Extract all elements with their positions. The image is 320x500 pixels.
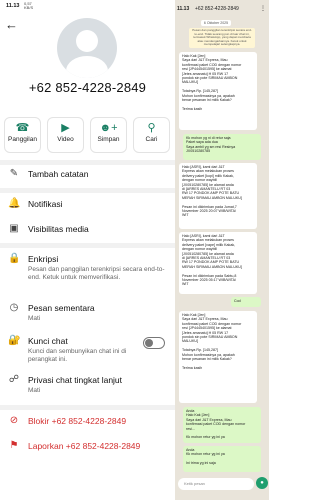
thumbs-down-icon: ⚑ [9, 440, 19, 451]
chat-lock-icon: 🔐 [8, 335, 21, 346]
contact-phone-number: +62 852-4228-2849 [28, 80, 147, 95]
divider [0, 188, 175, 193]
save-contact-label: Simpan [97, 136, 120, 143]
block-contact-row[interactable]: ⊘ Blokir +62 852-4228-2849 [0, 415, 175, 431]
call-button[interactable]: ☎ Panggilan [4, 117, 41, 153]
note-icon: ✎ [9, 168, 19, 179]
avatar[interactable] [57, 18, 117, 78]
message-text: Halo Kak [Jen] Saya dari J&T Express, Ma… [182, 313, 242, 370]
message-bubble[interactable]: Anda Halo Kak [Jen] Saya dari J&T Expres… [183, 407, 261, 443]
contact-info-panel: 11.13 0,57 KB/S ← +62 852-4228-2849 ☎ Pan… [0, 0, 175, 500]
notifications-label: Notifikasi [28, 199, 63, 209]
status-netspeed: 0,57 KB/S [24, 2, 33, 10]
advanced-privacy-title: Privasi chat tingkat lanjut [28, 375, 123, 385]
disappearing-title: Pesan sementara [28, 303, 95, 313]
mic-icon[interactable]: ● [256, 477, 268, 489]
search-label: Cari [145, 136, 158, 143]
message-bubble[interactable]: Halo [ASRI], kami dari J&T Express akan … [179, 163, 257, 229]
save-contact-button[interactable]: ☻+ Simpan [90, 117, 127, 153]
chat-lock-row[interactable]: 🔐 Kunci chat Kunci dan sembunyikan chat … [0, 335, 175, 365]
message-bubble[interactable]: Anda Kk mohon retur yg ini ya Ini trima … [183, 446, 261, 472]
add-note-label: Tambah catatan [28, 169, 89, 179]
message-text: Halo Kak [Jen] Saya dari J&T Express, Ma… [182, 54, 242, 111]
encryption-row[interactable]: 🔒 Enkripsi Pesan dan panggilan terenkrip… [0, 253, 175, 289]
block-icon: ⊘ [9, 415, 19, 426]
message-text: Kk mohon yg ni di retur saja Paket saya … [186, 136, 236, 154]
chat-panel: 11.13 +62 852-4228-2849 ⋮ 6 Oktober 2025… [175, 0, 269, 500]
media-visibility-label: Visibilitas media [28, 224, 89, 234]
message-text: Anda Kk mohon retur yg ini ya Ini trima … [186, 448, 225, 466]
divider [0, 160, 175, 165]
search-button[interactable]: ⚲ Cari [133, 117, 170, 153]
encryption-title: Enkripsi [28, 254, 59, 264]
status-netspeed-unit: KB/S [24, 5, 34, 10]
search-icon: ⚲ [147, 122, 156, 134]
message-text: Cod [234, 299, 241, 303]
encryption-subtitle: Pesan dan panggilan terenkripsi secara e… [28, 266, 165, 281]
bell-icon: 🔔 [8, 198, 21, 209]
add-note-row[interactable]: ✎ Tambah catatan [0, 168, 175, 186]
report-contact-row[interactable]: ⚑ Laporkan +62 852-4228-2849 [0, 440, 175, 456]
chat-header: 11.13 +62 852-4228-2849 ⋮ [175, 4, 269, 16]
message-text: Halo [ASRI], kami dari J&T Express akan … [182, 234, 242, 287]
encryption-note[interactable]: Pesan dan panggilan terenkripsi secara e… [189, 28, 255, 48]
divider [0, 405, 175, 410]
image-icon: ▣ [9, 223, 19, 234]
screen: 11.13 0,57 KB/S ← +62 852-4228-2849 ☎ Pan… [0, 0, 269, 500]
advanced-privacy-subtitle: Mati [28, 387, 41, 394]
chat-lock-title: Kunci chat [28, 336, 68, 346]
report-label: Laporkan +62 852-4228-2849 [28, 441, 141, 451]
avatar-body-shape [66, 56, 108, 78]
message-bubble[interactable]: Cod [231, 297, 261, 307]
date-chip: 6 Oktober 2025 [201, 20, 231, 26]
menu-icon[interactable]: ⋮ [260, 5, 266, 12]
contact-actions: ☎ Panggilan ▶ Video ☻+ Simpan ⚲ Cari [4, 117, 170, 153]
advanced-privacy-row[interactable]: ☍ Privasi chat tingkat lanjut Mati [0, 374, 175, 398]
notifications-row[interactable]: 🔔 Notifikasi [0, 198, 175, 214]
privacy-shield-icon: ☍ [8, 374, 20, 385]
message-bubble[interactable]: Halo [ASRI], kami dari J&T Express akan … [179, 232, 257, 294]
message-bubble[interactable]: Halo Kak [Jen] Saya dari J&T Express, Ma… [179, 52, 257, 130]
phone-icon: ☎ [15, 122, 30, 134]
lock-icon: 🔒 [8, 253, 21, 264]
disappearing-subtitle: Mati [28, 315, 41, 322]
video-icon: ▶ [61, 122, 70, 134]
divider [0, 243, 175, 248]
chat-header-time: 11.13 [177, 6, 190, 12]
block-label: Blokir +62 852-4228-2849 [28, 416, 127, 426]
video-button[interactable]: ▶ Video [47, 117, 84, 153]
avatar-head-shape [76, 30, 98, 52]
status-time: 11.13 [6, 3, 20, 9]
message-bubble[interactable]: Kk mohon yg ni di retur saja Paket saya … [183, 134, 261, 160]
chat-lock-subtitle: Kunci dan sembunyikan chat ini di perang… [28, 348, 127, 363]
disappearing-messages-row[interactable]: ◷ Pesan sementara Mati [0, 302, 175, 326]
message-text: Halo [ASRI], kami dari J&T Express akan … [182, 165, 242, 218]
message-input[interactable]: Ketik pesan [178, 478, 254, 490]
back-arrow-icon[interactable]: ← [5, 18, 19, 32]
video-label: Video [57, 136, 74, 143]
message-bubble[interactable]: Halo Kak [Jen] Saya dari J&T Express, Ma… [179, 311, 257, 403]
message-text: Anda Halo Kak [Jen] Saya dari J&T Expres… [186, 409, 246, 440]
call-label: Panggilan [8, 136, 37, 143]
timer-icon: ◷ [9, 302, 19, 313]
add-person-icon: ☻+ [99, 122, 118, 134]
media-visibility-row[interactable]: ▣ Visibilitas media [0, 223, 175, 239]
toggle-knob [145, 339, 153, 347]
chat-lock-toggle[interactable] [143, 337, 165, 349]
chat-header-phone[interactable]: +62 852-4228-2849 [195, 6, 239, 12]
